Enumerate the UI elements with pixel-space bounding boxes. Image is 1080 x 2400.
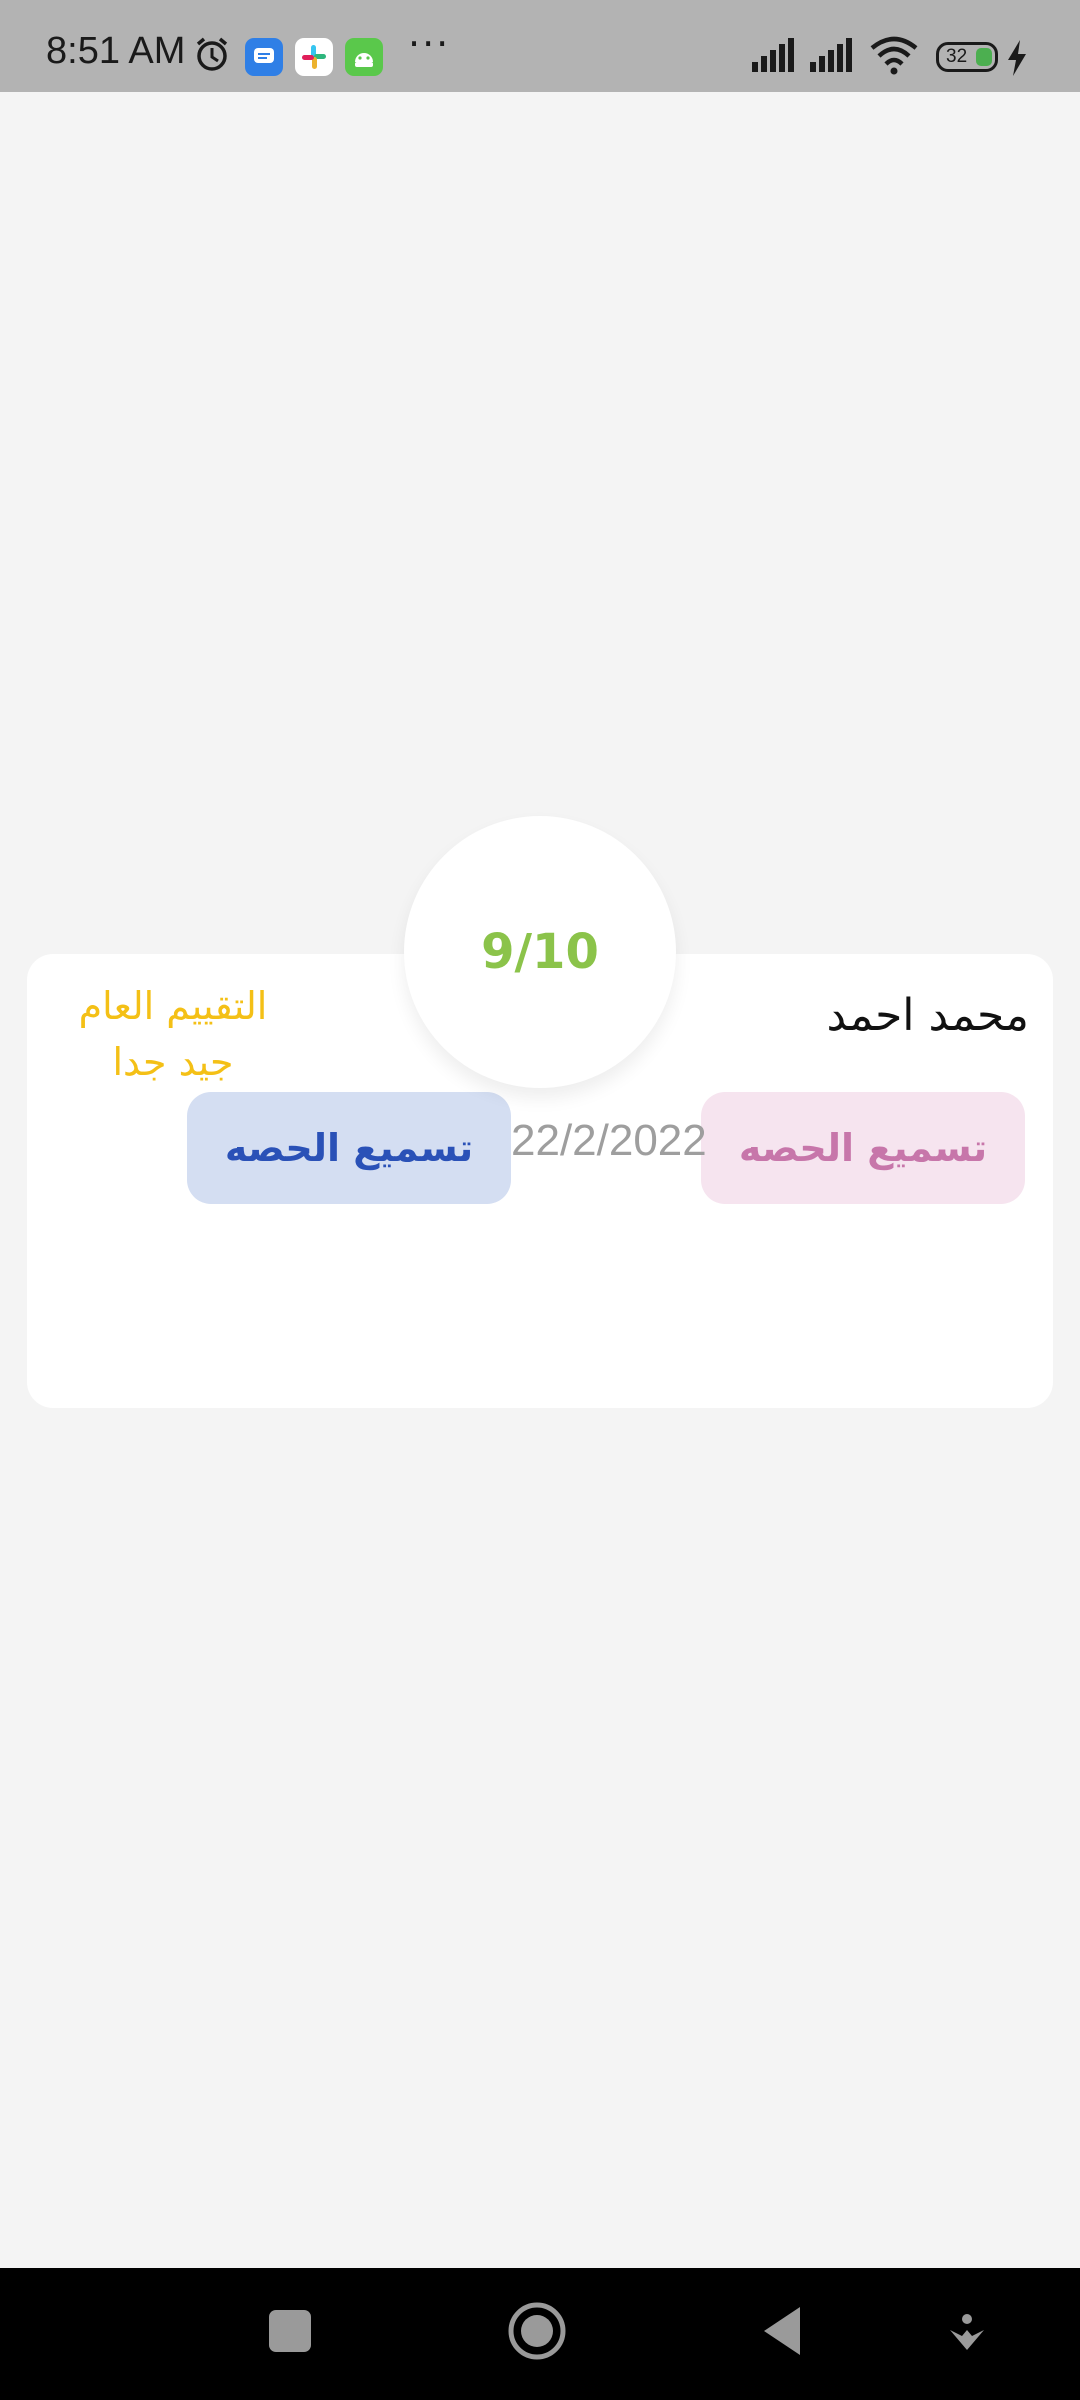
student-name: محمد احمد: [826, 990, 1029, 1041]
assistant-icon[interactable]: [948, 2312, 986, 2354]
messages-app-icon: [245, 38, 283, 76]
score-value: 9/10: [481, 924, 599, 980]
session-date: 22/2/2022: [511, 1116, 707, 1165]
recent-apps-icon[interactable]: [266, 2306, 314, 2356]
charging-icon: [1008, 40, 1026, 76]
back-icon[interactable]: [760, 2304, 804, 2358]
signal-icon-2: [810, 38, 852, 72]
recitation-button-blue[interactable]: تسميع الحصه: [187, 1092, 511, 1204]
score-circle: 9/10: [404, 816, 676, 1088]
rating-value: جيد جدا: [112, 1040, 234, 1084]
navigation-bar: [0, 2268, 1080, 2400]
more-dots: ···: [408, 22, 451, 66]
wifi-icon: [870, 36, 918, 75]
slack-app-icon: [295, 38, 333, 76]
alarm-icon: [196, 37, 228, 71]
recitation-button-pink[interactable]: تسميع الحصه: [701, 1092, 1025, 1204]
content-area: محمد احمد التقييم العام جيد جدا تسميع ال…: [0, 92, 1080, 2268]
overall-rating: التقييم العام جيد جدا: [53, 978, 293, 1090]
signal-icon: [752, 38, 794, 72]
battery-level: 32: [946, 46, 968, 67]
home-icon[interactable]: [506, 2300, 568, 2362]
battery-icon: 32: [936, 42, 998, 72]
rating-label: التقييم العام: [78, 984, 268, 1028]
android-app-icon: [345, 38, 383, 76]
status-time: 8:51 AM: [46, 30, 186, 72]
status-bar: 8:51 AM ··· 32: [0, 0, 1080, 92]
